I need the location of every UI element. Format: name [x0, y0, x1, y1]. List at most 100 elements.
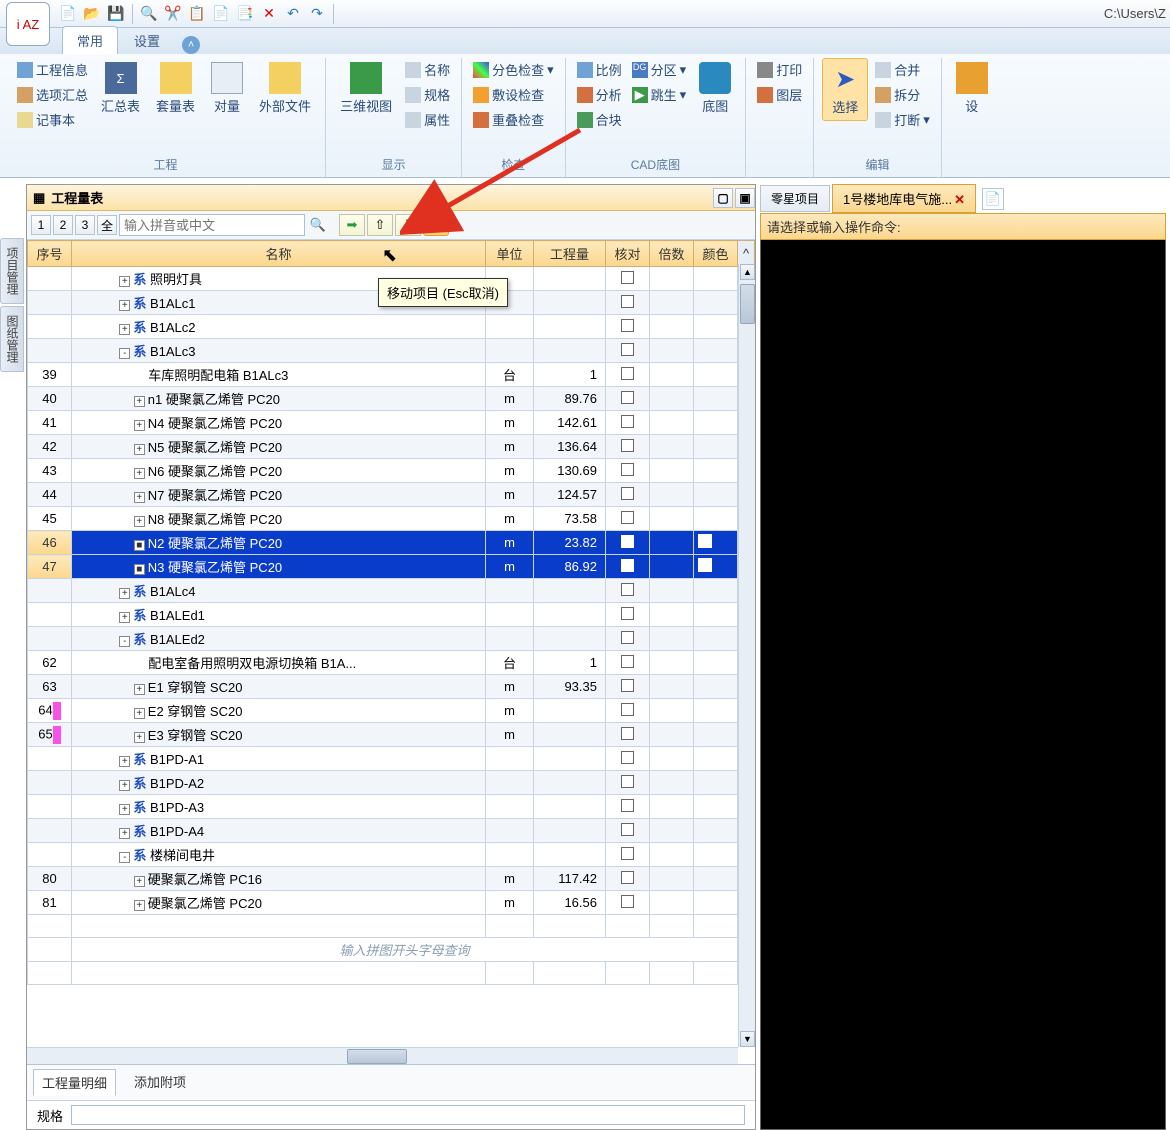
nav-up-icon[interactable]: ⇧	[367, 214, 393, 236]
cut-icon[interactable]: ✂️	[163, 4, 183, 24]
scroll-thumb[interactable]	[740, 284, 755, 324]
check-checkbox[interactable]	[621, 775, 634, 788]
level-3-button[interactable]: 3	[75, 215, 95, 235]
3d-view-button[interactable]: 三维视图	[334, 58, 398, 119]
table-row[interactable]: -系 B1ALEd2	[28, 627, 755, 651]
print-button[interactable]: 打印	[754, 58, 805, 81]
check-checkbox[interactable]	[621, 679, 634, 692]
nav-forward-icon[interactable]: ➡	[339, 214, 365, 236]
check-checkbox[interactable]	[621, 367, 634, 380]
check-checkbox[interactable]	[621, 391, 634, 404]
btab-addon[interactable]: 添加附项	[126, 1069, 194, 1096]
summary-table-button[interactable]: Σ汇总表	[95, 58, 146, 119]
expand-icon[interactable]: +	[134, 900, 145, 911]
expand-icon[interactable]: +	[134, 684, 145, 695]
3d-viewport[interactable]	[760, 240, 1166, 1130]
check-checkbox[interactable]	[621, 655, 634, 668]
table-row[interactable]: +系 B1ALc4	[28, 579, 755, 603]
scroll-down-icon[interactable]: ▼	[740, 1031, 755, 1047]
paste-icon[interactable]: 📄	[211, 4, 231, 24]
expand-icon[interactable]: +	[134, 708, 145, 719]
horizontal-scrollbar[interactable]	[27, 1047, 738, 1064]
layout-check-button[interactable]: 敷设检查	[470, 83, 557, 106]
pane-tool-1[interactable]: ▢	[713, 188, 733, 208]
scale-button[interactable]: 比例	[574, 58, 625, 81]
check-checkbox[interactable]	[621, 487, 634, 500]
notepad-button[interactable]: 记事本	[14, 108, 91, 131]
zone-button[interactable]: DG分区 ▾	[629, 58, 690, 81]
options-summary-button[interactable]: 选项汇总	[14, 83, 91, 106]
expand-icon[interactable]: -	[119, 636, 130, 647]
table-row[interactable]: 62 配电室备用照明双电源切换箱 B1A...台1	[28, 651, 755, 675]
save-icon[interactable]: 💾	[106, 4, 126, 24]
table-row[interactable]: 40 +n1 硬聚氯乙烯管 PC20m89.76	[28, 387, 755, 411]
table-row[interactable]: 41 +N4 硬聚氯乙烯管 PC20m142.61	[28, 411, 755, 435]
check-checkbox[interactable]	[621, 607, 634, 620]
quantity-table-button[interactable]: 套量表	[150, 58, 201, 119]
redo-icon[interactable]: ↷	[307, 4, 327, 24]
side-tab-drawing[interactable]: 图纸管理	[0, 306, 24, 372]
expand-icon[interactable]: +	[134, 468, 145, 479]
check-checkbox[interactable]	[621, 415, 634, 428]
table-row[interactable]: 80 +硬聚氯乙烯管 PC16m117.42	[28, 867, 755, 891]
app-logo[interactable]: i AZ	[6, 2, 50, 46]
table-row[interactable]: 46 ■N2 硬聚氯乙烯管 PC20m23.82	[28, 531, 755, 555]
merge-button[interactable]: 合并	[872, 58, 933, 81]
expand-icon[interactable]: +	[119, 804, 130, 815]
merge-block-button[interactable]: 合块	[574, 108, 625, 131]
expand-icon[interactable]: +	[134, 444, 145, 455]
print-preview-icon[interactable]: 🔍	[139, 4, 159, 24]
show-spec-button[interactable]: 规格	[402, 83, 453, 106]
spec-input[interactable]	[71, 1105, 745, 1125]
table-row[interactable]: +系 B1PD-A3	[28, 795, 755, 819]
check-checkbox[interactable]	[621, 799, 634, 812]
search-input[interactable]	[119, 214, 305, 236]
expand-icon[interactable]: +	[119, 324, 130, 335]
layer-button[interactable]: 图层	[754, 83, 805, 106]
level-all-button[interactable]: 全	[97, 215, 117, 235]
expand-icon[interactable]: +	[119, 780, 130, 791]
expand-icon[interactable]: +	[119, 300, 130, 311]
check-checkbox[interactable]	[621, 727, 634, 740]
delete-icon[interactable]: ✕	[259, 4, 279, 24]
check-checkbox[interactable]	[621, 559, 634, 572]
table-row[interactable]: 64 +E2 穿钢管 SC20m	[28, 699, 755, 723]
expand-icon[interactable]: +	[134, 396, 145, 407]
show-name-button[interactable]: 名称	[402, 58, 453, 81]
check-checkbox[interactable]	[621, 847, 634, 860]
check-checkbox[interactable]	[621, 511, 634, 524]
table-row[interactable]: 44 +N7 硬聚氯乙烯管 PC20m124.57	[28, 483, 755, 507]
expand-icon[interactable]: ■	[134, 540, 145, 551]
btab-detail[interactable]: 工程量明细	[33, 1069, 116, 1096]
new-icon[interactable]: 📄	[58, 4, 78, 24]
table-row[interactable]: 47 ■N3 硬聚氯乙烯管 PC20m86.92	[28, 555, 755, 579]
command-prompt[interactable]: 请选择或输入操作命令:	[760, 213, 1166, 240]
table-row[interactable]: -系 B1ALc3	[28, 339, 755, 363]
jump-button[interactable]: ▶跳生 ▾	[629, 83, 690, 106]
check-checkbox[interactable]	[621, 823, 634, 836]
table-row[interactable]: +系 B1ALc2	[28, 315, 755, 339]
table-row[interactable]: 81 +硬聚氯乙烯管 PC20m16.56	[28, 891, 755, 915]
hscroll-thumb[interactable]	[347, 1049, 407, 1064]
split-button[interactable]: 拆分	[872, 83, 933, 106]
expand-icon[interactable]: +	[119, 588, 130, 599]
expand-icon[interactable]: +	[134, 516, 145, 527]
col-name[interactable]: 名称	[72, 241, 486, 267]
table-row[interactable]: 43 +N6 硬聚氯乙烯管 PC20m130.69	[28, 459, 755, 483]
check-checkbox[interactable]	[621, 535, 634, 548]
break-button[interactable]: 打断 ▾	[872, 108, 933, 131]
undo-icon[interactable]: ↶	[283, 4, 303, 24]
expand-icon[interactable]: -	[119, 348, 130, 359]
check-checkbox[interactable]	[621, 463, 634, 476]
check-checkbox[interactable]	[621, 583, 634, 596]
table-row[interactable]: +系 B1PD-A2	[28, 771, 755, 795]
expand-icon[interactable]: +	[134, 420, 145, 431]
basemap-button[interactable]: 底图	[693, 58, 737, 119]
expand-icon[interactable]: +	[134, 732, 145, 743]
col-color[interactable]: 颜色	[694, 241, 738, 267]
analyze-button[interactable]: 分析	[574, 83, 625, 106]
rtab-misc[interactable]: 零星项目	[760, 185, 830, 212]
table-row[interactable]: +系 B1PD-A4	[28, 819, 755, 843]
new-tab-icon[interactable]: 📄	[982, 188, 1004, 210]
select-button[interactable]: ➤选择	[822, 58, 868, 121]
